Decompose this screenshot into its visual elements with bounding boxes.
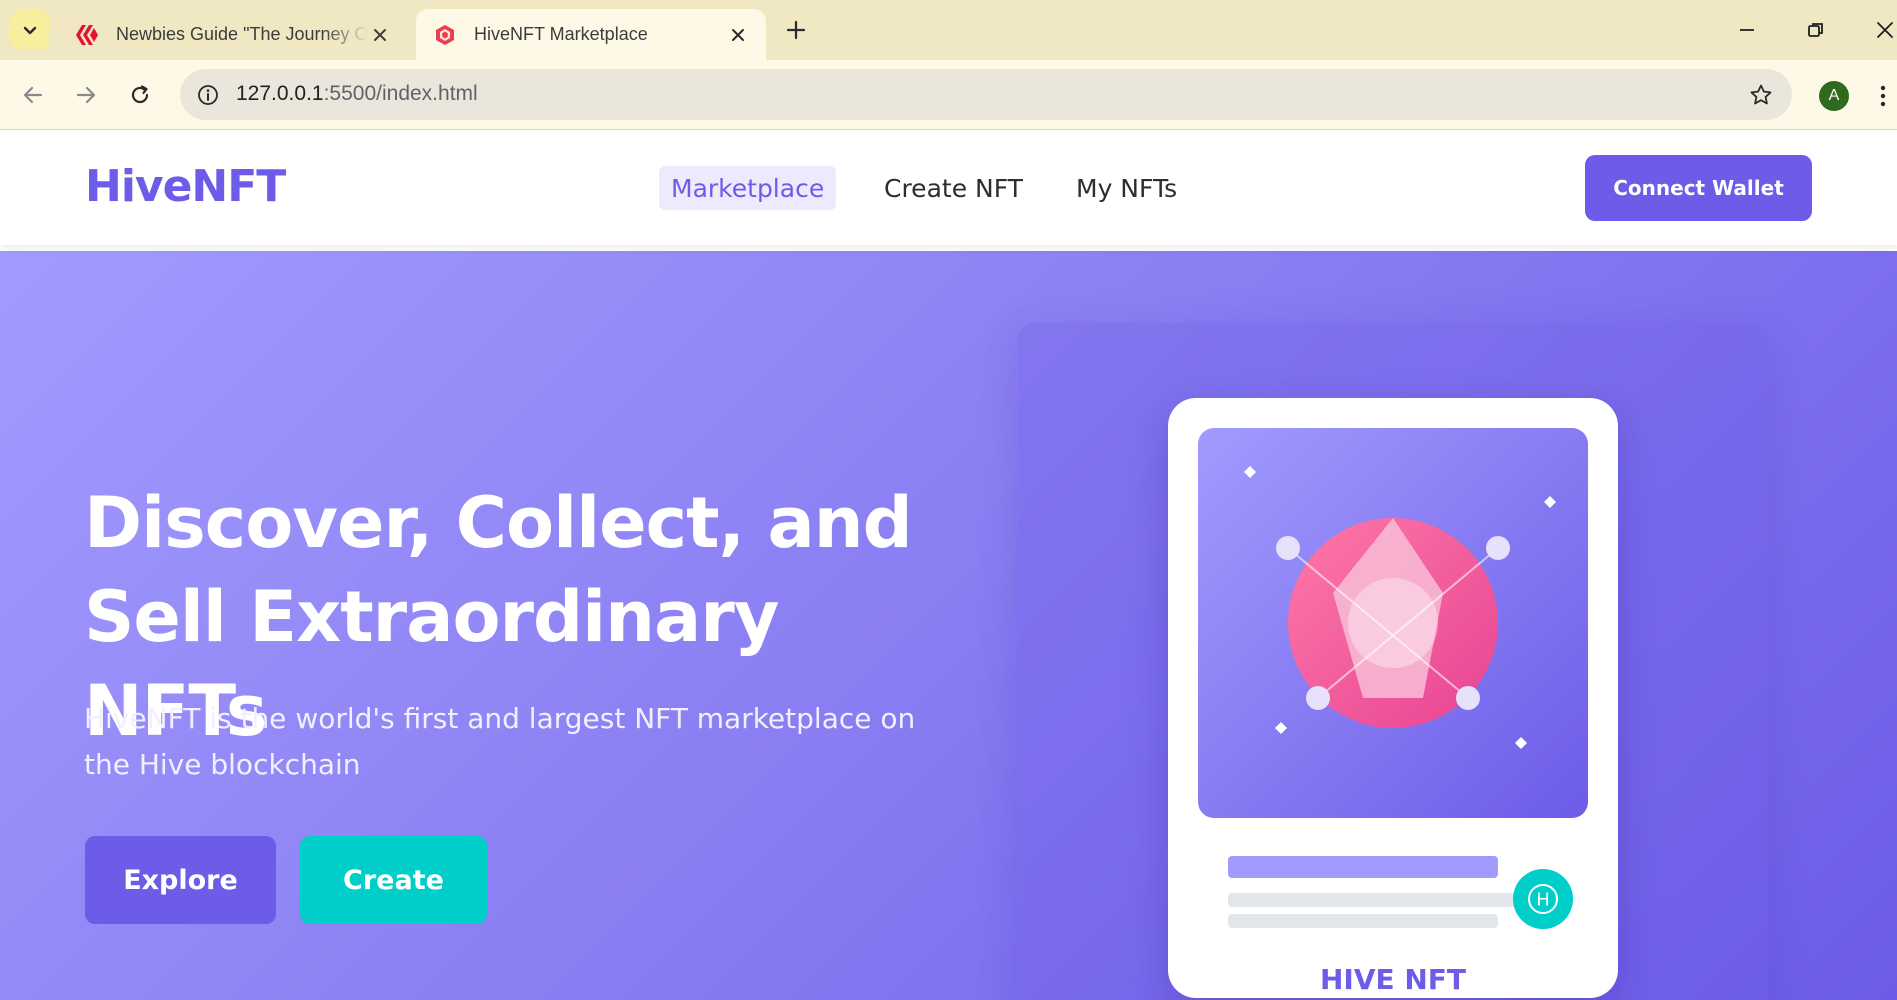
site-header: HiveNFT Marketplace Create NFT My NFTs C…	[0, 131, 1897, 245]
tab-search-button[interactable]	[10, 10, 50, 50]
url-path: :5500/index.html	[323, 82, 478, 105]
close-tab-icon[interactable]	[368, 23, 392, 47]
hive-favicon-icon	[432, 24, 458, 46]
tab-title: Newbies Guide "The Journey Of	[116, 24, 368, 44]
bookmark-star-icon[interactable]	[1746, 80, 1776, 110]
url-host: 127.0.0.1	[236, 82, 324, 105]
nft-line-placeholder	[1228, 893, 1518, 907]
nft-line-placeholder	[1228, 914, 1498, 928]
browser-tab-hivenft[interactable]: HiveNFT Marketplace	[416, 9, 766, 60]
create-button[interactable]: Create	[300, 836, 487, 924]
nav-create-nft[interactable]: Create NFT	[872, 166, 1035, 210]
hive-logo-icon	[74, 24, 100, 46]
profile-avatar[interactable]: A	[1819, 81, 1849, 111]
hero-title-line-1: Discover, Collect, and	[84, 482, 913, 564]
site-logo[interactable]: HiveNFT	[85, 161, 286, 212]
arrow-right-icon	[76, 86, 96, 104]
explore-button[interactable]: Explore	[85, 836, 276, 924]
minimize-button[interactable]	[1730, 14, 1764, 46]
forward-button[interactable]	[66, 75, 106, 115]
minimize-icon	[1740, 29, 1754, 31]
hero-subtitle-line-1: HiveNFT is the world's first and largest…	[84, 702, 916, 735]
arrow-left-icon	[23, 86, 43, 104]
close-window-button[interactable]	[1868, 14, 1897, 46]
connect-wallet-button[interactable]: Connect Wallet	[1585, 155, 1812, 221]
new-tab-button[interactable]	[780, 14, 812, 46]
hive-badge-symbol: H	[1536, 890, 1550, 911]
gem-illustration-icon	[1244, 466, 1556, 749]
hive-coin-icon: H	[1513, 869, 1573, 929]
browser-tab-strip: Newbies Guide "The Journey Of HiveNFT Ma…	[0, 0, 1897, 60]
hero-subtitle-line-2: the Hive blockchain	[84, 748, 361, 781]
tab-title: HiveNFT Marketplace	[474, 24, 648, 44]
url-text[interactable]: 127.0.0.1:5500/index.html	[236, 82, 478, 106]
plus-icon	[786, 20, 806, 40]
hero-section: Discover, Collect, and Sell Extraordinar…	[0, 251, 1897, 1000]
nft-title-placeholder	[1228, 856, 1498, 878]
nav-my-nfts[interactable]: My NFTs	[1064, 166, 1189, 210]
restore-icon	[1808, 23, 1823, 37]
hero-subtitle: HiveNFT is the world's first and largest…	[84, 696, 984, 788]
nft-card-caption: HIVE NFT	[1319, 963, 1467, 996]
chevron-down-icon	[23, 26, 37, 35]
close-icon	[1877, 22, 1893, 38]
browser-tab-newbies-guide[interactable]: Newbies Guide "The Journey Of	[58, 9, 408, 60]
site-info-icon[interactable]	[194, 81, 222, 109]
nft-preview-card: H HIVE NFT	[1168, 398, 1618, 998]
nav-marketplace[interactable]: Marketplace	[659, 166, 837, 210]
reload-icon	[131, 85, 149, 104]
address-bar[interactable]: 127.0.0.1:5500/index.html	[180, 69, 1792, 120]
more-vertical-icon	[1880, 85, 1886, 107]
back-button[interactable]	[13, 75, 53, 115]
restore-button[interactable]	[1799, 14, 1833, 46]
browser-toolbar: 127.0.0.1:5500/index.html A	[0, 60, 1897, 130]
reload-button[interactable]	[120, 75, 160, 115]
close-tab-icon[interactable]	[726, 23, 750, 47]
nft-artwork	[1198, 428, 1588, 818]
browser-menu-button[interactable]	[1874, 78, 1892, 114]
